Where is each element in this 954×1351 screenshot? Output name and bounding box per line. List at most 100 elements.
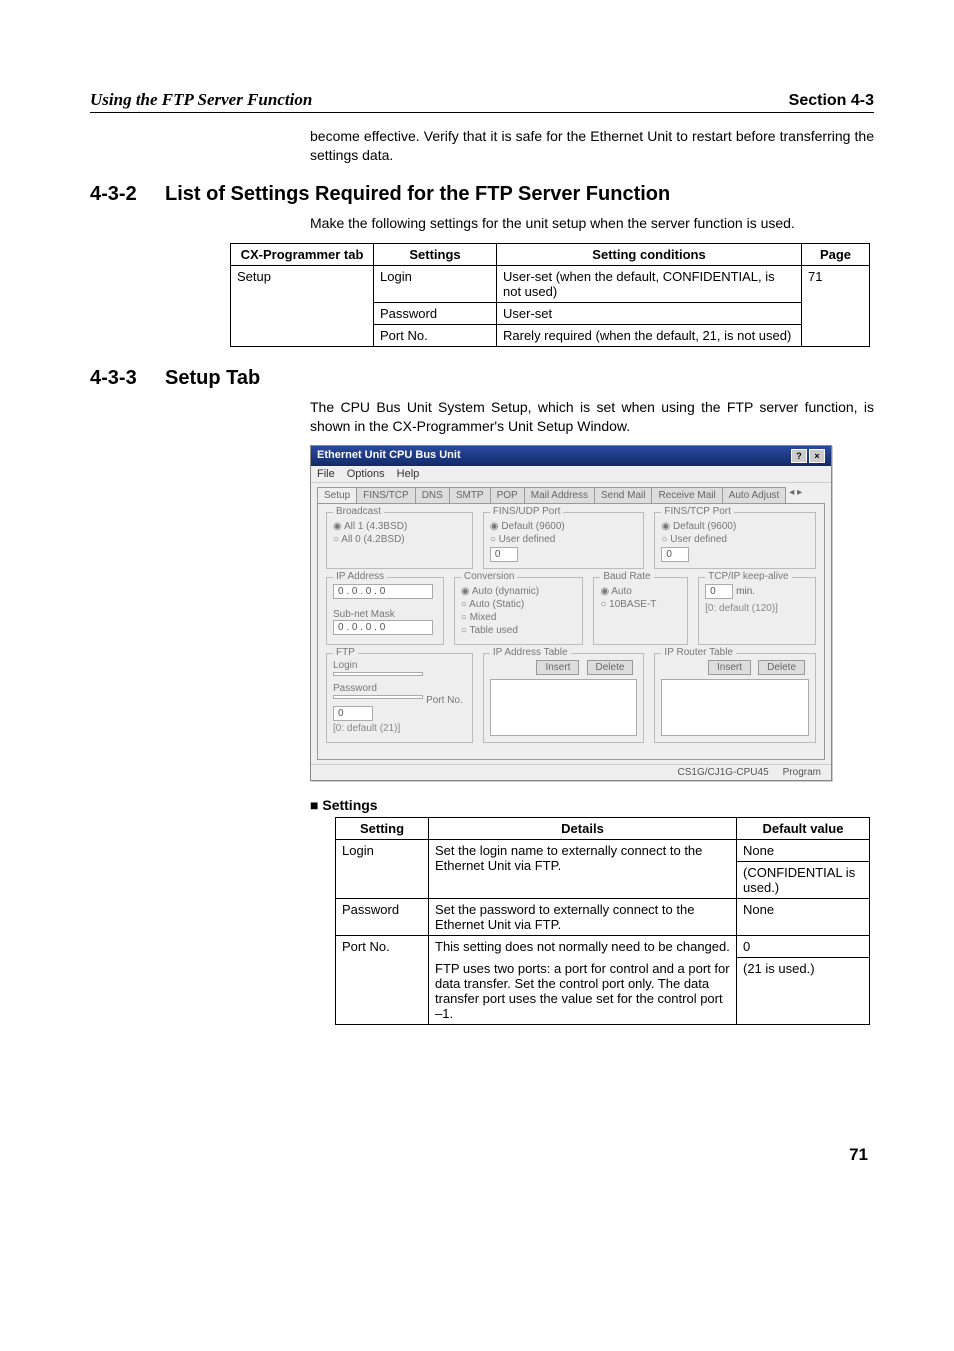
table-row: Login Set the login name to externally c… [336, 840, 870, 862]
tab-receivemail[interactable]: Receive Mail [651, 487, 722, 503]
group-baud: Baud Rate Auto 10BASE-T [593, 577, 688, 645]
section-number: 4-3-3 [90, 367, 165, 390]
cell-details: Set the login name to externally connect… [429, 840, 737, 899]
group-ftp: FTP Login Password Port No. 0 [0: defaul… [326, 653, 473, 743]
group-legend: IP Router Table [661, 647, 736, 658]
section-433-lead: The CPU Bus Unit System Setup, which is … [310, 398, 874, 436]
cell-setting: Port No. [336, 936, 429, 1025]
group-legend: Broadcast [333, 506, 384, 517]
tab-pop[interactable]: POP [490, 487, 525, 503]
settings-block-heading: Settings [310, 797, 874, 813]
radio-table-used[interactable]: Table used [461, 625, 576, 636]
section-title: List of Settings Required for the FTP Se… [165, 183, 670, 206]
cell-setting: Login [374, 265, 497, 302]
tab-autoadjust[interactable]: Auto Adjust [722, 487, 787, 503]
table-row: Setup Login User-set (when the default, … [231, 265, 870, 302]
input-subnet[interactable]: 0 . 0 . 0 . 0 [333, 620, 433, 635]
menu-options[interactable]: Options [347, 468, 385, 480]
tab-scroll-arrows[interactable]: ◂ ▸ [789, 487, 802, 503]
cell-default-conf: (CONFIDENTIAL is used.) [737, 862, 870, 899]
carryover-paragraph: become effective. Verify that it is safe… [310, 127, 874, 165]
tab-smtp[interactable]: SMTP [449, 487, 491, 503]
section-heading-432: 4-3-2 List of Settings Required for the … [90, 183, 874, 206]
cell-details-a: This setting does not normally need to b… [429, 936, 737, 958]
group-keepalive: TCP/IP keep-alive 0 min. [0: default (12… [698, 577, 816, 645]
radio-mixed[interactable]: Mixed [461, 612, 576, 623]
radio-all1[interactable]: All 1 (4.3BSD) [333, 521, 466, 532]
running-head-left: Using the FTP Server Function [90, 90, 312, 110]
delete-button[interactable]: Delete [758, 660, 805, 675]
help-icon[interactable]: ? [791, 449, 807, 463]
tab-mailaddress[interactable]: Mail Address [524, 487, 595, 503]
input-tcp-port[interactable]: 0 [661, 547, 689, 562]
label-portno: Port No. [426, 695, 463, 706]
label-min: min. [736, 586, 755, 597]
note-keepalive: [0: default (120)] [705, 603, 809, 614]
settings-required-table: CX-Programmer tab Settings Setting condi… [230, 243, 870, 347]
cell-setting: Port No. [374, 324, 497, 346]
cell-default-none: None [737, 840, 870, 862]
table-row: Password Set the password to externally … [336, 899, 870, 936]
page-number: 71 [90, 1145, 874, 1165]
close-icon[interactable]: × [809, 449, 825, 463]
col-page: Page [802, 243, 870, 265]
radio-10baset[interactable]: 10BASE-T [600, 599, 681, 610]
section-number: 4-3-2 [90, 183, 165, 206]
cell-cond: User-set [497, 302, 802, 324]
running-head-right: Section 4-3 [789, 92, 874, 110]
note-port: [0: default (21)] [333, 723, 466, 734]
input-password[interactable] [333, 695, 423, 699]
radio-auto-static[interactable]: Auto (Static) [461, 599, 576, 610]
tab-finstcp[interactable]: FINS/TCP [356, 487, 416, 503]
col-cxtab: CX-Programmer tab [231, 243, 374, 265]
col-details: Details [429, 818, 737, 840]
input-ip[interactable]: 0 . 0 . 0 . 0 [333, 584, 433, 599]
group-legend: IP Address Table [490, 647, 571, 658]
window-title: Ethernet Unit CPU Bus Unit [317, 449, 461, 463]
insert-button[interactable]: Insert [536, 660, 579, 675]
delete-button[interactable]: Delete [587, 660, 634, 675]
cell-details: Set the password to externally connect t… [429, 899, 737, 936]
insert-button[interactable]: Insert [708, 660, 751, 675]
group-legend: FINS/UDP Port [490, 506, 564, 517]
tab-dns[interactable]: DNS [415, 487, 450, 503]
cell-tab: Setup [231, 265, 374, 346]
col-settings: Settings [374, 243, 497, 265]
cell-page: 71 [802, 265, 870, 346]
section-heading-433: 4-3-3 Setup Tab [90, 367, 874, 390]
menu-help[interactable]: Help [397, 468, 420, 480]
tab-strip: Setup FINS/TCP DNS SMTP POP Mail Address… [311, 483, 831, 503]
cell-default-21: (21 is used.) [737, 958, 870, 1025]
radio-userdef[interactable]: User defined [661, 534, 809, 545]
ip-table-list[interactable] [490, 679, 638, 736]
col-default: Default value [737, 818, 870, 840]
status-model: CS1G/CJ1G-CPU45 [678, 767, 769, 778]
input-udp-port[interactable]: 0 [490, 547, 518, 562]
cell-details-b: FTP uses two ports: a port for control a… [429, 958, 737, 1025]
input-portno[interactable]: 0 [333, 706, 373, 721]
label-login: Login [333, 660, 466, 671]
tab-sendmail[interactable]: Send Mail [594, 487, 652, 503]
group-legend: FTP [333, 647, 358, 658]
unit-setup-window: Ethernet Unit CPU Bus Unit ? × File Opti… [310, 445, 832, 781]
router-table-list[interactable] [661, 679, 809, 736]
table-row: Port No. This setting does not normally … [336, 936, 870, 958]
section-432-lead: Make the following settings for the unit… [310, 214, 874, 233]
tab-setup[interactable]: Setup [317, 487, 357, 503]
radio-auto[interactable]: Auto [600, 586, 681, 597]
radio-auto-dynamic[interactable]: Auto (dynamic) [461, 586, 576, 597]
cell-setting: Password [336, 899, 429, 936]
radio-default[interactable]: Default (9600) [661, 521, 809, 532]
col-conditions: Setting conditions [497, 243, 802, 265]
group-ipaddress: IP Address 0 . 0 . 0 . 0 Sub-net Mask 0 … [326, 577, 444, 645]
radio-all0[interactable]: All 0 (4.2BSD) [333, 534, 466, 545]
group-broadcast: Broadcast All 1 (4.3BSD) All 0 (4.2BSD) [326, 512, 473, 569]
group-legend: Conversion [461, 571, 518, 582]
input-keepalive[interactable]: 0 [705, 584, 733, 599]
menu-file[interactable]: File [317, 468, 335, 480]
cell-setting: Login [336, 840, 429, 899]
group-router-table: IP Router Table Insert Delete [654, 653, 816, 743]
radio-userdef[interactable]: User defined [490, 534, 638, 545]
input-login[interactable] [333, 672, 423, 676]
radio-default[interactable]: Default (9600) [490, 521, 638, 532]
